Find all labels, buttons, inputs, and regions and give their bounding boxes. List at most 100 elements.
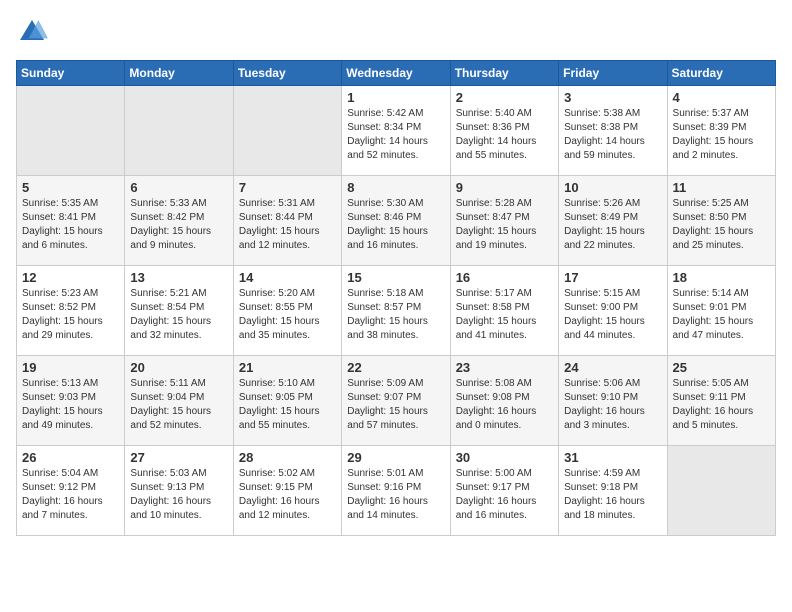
day-info: Sunrise: 5:38 AM Sunset: 8:38 PM Dayligh… [564, 107, 661, 163]
calendar-week-2: 5 Sunrise: 5:35 AM Sunset: 8:41 PM Daylig… [17, 176, 776, 266]
day-number: 20 [130, 360, 227, 375]
day-info: Sunrise: 5:14 AM Sunset: 9:01 PM Dayligh… [673, 287, 770, 343]
day-number: 28 [239, 450, 336, 465]
day-number: 23 [456, 360, 553, 375]
day-info: Sunrise: 5:20 AM Sunset: 8:55 PM Dayligh… [239, 287, 336, 343]
day-info: Sunrise: 5:03 AM Sunset: 9:13 PM Dayligh… [130, 467, 227, 523]
calendar-cell: 10 Sunrise: 5:26 AM Sunset: 8:49 PM Dayli… [559, 176, 667, 266]
day-info: Sunrise: 5:06 AM Sunset: 9:10 PM Dayligh… [564, 377, 661, 433]
calendar-cell [667, 446, 775, 536]
calendar-table: SundayMondayTuesdayWednesdayThursdayFrid… [16, 60, 776, 536]
calendar-cell: 21 Sunrise: 5:10 AM Sunset: 9:05 PM Dayli… [233, 356, 341, 446]
day-number: 17 [564, 270, 661, 285]
calendar-cell: 3 Sunrise: 5:38 AM Sunset: 8:38 PM Daylig… [559, 86, 667, 176]
day-number: 18 [673, 270, 770, 285]
day-info: Sunrise: 5:09 AM Sunset: 9:07 PM Dayligh… [347, 377, 444, 433]
day-info: Sunrise: 5:17 AM Sunset: 8:58 PM Dayligh… [456, 287, 553, 343]
calendar-week-5: 26 Sunrise: 5:04 AM Sunset: 9:12 PM Dayli… [17, 446, 776, 536]
calendar-cell: 6Sunrise: 5:33 AM Sunset: 8:42 PM Daylig… [125, 176, 233, 266]
calendar-cell [125, 86, 233, 176]
calendar-cell: 24 Sunrise: 5:06 AM Sunset: 9:10 PM Dayli… [559, 356, 667, 446]
calendar-cell: 18 Sunrise: 5:14 AM Sunset: 9:01 PM Dayli… [667, 266, 775, 356]
day-info: Sunrise: 5:42 AM Sunset: 8:34 PM Dayligh… [347, 107, 444, 163]
page-header [16, 16, 776, 48]
calendar-cell: 27 Sunrise: 5:03 AM Sunset: 9:13 PM Dayli… [125, 446, 233, 536]
calendar-cell: 26 Sunrise: 5:04 AM Sunset: 9:12 PM Dayli… [17, 446, 125, 536]
day-info: Sunrise: 4:59 AM Sunset: 9:18 PM Dayligh… [564, 467, 661, 523]
day-number: 19 [22, 360, 119, 375]
calendar-cell: 23 Sunrise: 5:08 AM Sunset: 9:08 PM Dayli… [450, 356, 558, 446]
day-info: Sunrise: 5:40 AM Sunset: 8:36 PM Dayligh… [456, 107, 553, 163]
day-info: Sunrise: 5:04 AM Sunset: 9:12 PM Dayligh… [22, 467, 119, 523]
day-info: Sunrise: 5:13 AM Sunset: 9:03 PM Dayligh… [22, 377, 119, 433]
day-number: 16 [456, 270, 553, 285]
day-number: 1 [347, 90, 444, 105]
day-number: 27 [130, 450, 227, 465]
day-number: 4 [673, 90, 770, 105]
calendar-cell: 22 Sunrise: 5:09 AM Sunset: 9:07 PM Dayli… [342, 356, 450, 446]
day-info: Sunrise: 5:37 AM Sunset: 8:39 PM Dayligh… [673, 107, 770, 163]
day-number: 11 [673, 180, 770, 195]
calendar-cell: 16 Sunrise: 5:17 AM Sunset: 8:58 PM Dayli… [450, 266, 558, 356]
day-number: 12 [22, 270, 119, 285]
weekday-header-tuesday: Tuesday [233, 61, 341, 86]
day-info: Sunrise: 5:26 AM Sunset: 8:49 PM Dayligh… [564, 197, 661, 253]
calendar-cell: 12 Sunrise: 5:23 AM Sunset: 8:52 PM Dayli… [17, 266, 125, 356]
weekday-header-wednesday: Wednesday [342, 61, 450, 86]
day-number: 5 [22, 180, 119, 195]
day-info: Sunrise: 5:23 AM Sunset: 8:52 PM Dayligh… [22, 287, 119, 343]
weekday-header-row: SundayMondayTuesdayWednesdayThursdayFrid… [17, 61, 776, 86]
day-info: Sunrise: 5:15 AM Sunset: 9:00 PM Dayligh… [564, 287, 661, 343]
day-number: 8 [347, 180, 444, 195]
day-info: Sunrise: 5:25 AM Sunset: 8:50 PM Dayligh… [673, 197, 770, 253]
calendar-cell: 9Sunrise: 5:28 AM Sunset: 8:47 PM Daylig… [450, 176, 558, 266]
day-number: 30 [456, 450, 553, 465]
day-number: 9 [456, 180, 553, 195]
day-number: 13 [130, 270, 227, 285]
calendar-cell: 15 Sunrise: 5:18 AM Sunset: 8:57 PM Dayli… [342, 266, 450, 356]
day-number: 24 [564, 360, 661, 375]
weekday-header-thursday: Thursday [450, 61, 558, 86]
day-number: 29 [347, 450, 444, 465]
day-info: Sunrise: 5:11 AM Sunset: 9:04 PM Dayligh… [130, 377, 227, 433]
logo-icon [16, 16, 48, 48]
calendar-cell: 31 Sunrise: 4:59 AM Sunset: 9:18 PM Dayli… [559, 446, 667, 536]
calendar-cell [17, 86, 125, 176]
day-number: 21 [239, 360, 336, 375]
day-number: 15 [347, 270, 444, 285]
day-number: 22 [347, 360, 444, 375]
day-number: 14 [239, 270, 336, 285]
weekday-header-monday: Monday [125, 61, 233, 86]
calendar-week-1: 1 Sunrise: 5:42 AM Sunset: 8:34 PM Daylig… [17, 86, 776, 176]
calendar-cell: 11 Sunrise: 5:25 AM Sunset: 8:50 PM Dayli… [667, 176, 775, 266]
day-info: Sunrise: 5:02 AM Sunset: 9:15 PM Dayligh… [239, 467, 336, 523]
day-number: 10 [564, 180, 661, 195]
weekday-header-friday: Friday [559, 61, 667, 86]
day-info: Sunrise: 5:30 AM Sunset: 8:46 PM Dayligh… [347, 197, 444, 253]
weekday-header-saturday: Saturday [667, 61, 775, 86]
calendar-week-3: 12 Sunrise: 5:23 AM Sunset: 8:52 PM Dayli… [17, 266, 776, 356]
day-number: 3 [564, 90, 661, 105]
day-info: Sunrise: 5:33 AM Sunset: 8:42 PM Dayligh… [130, 197, 227, 253]
day-info: Sunrise: 5:08 AM Sunset: 9:08 PM Dayligh… [456, 377, 553, 433]
day-info: Sunrise: 5:00 AM Sunset: 9:17 PM Dayligh… [456, 467, 553, 523]
calendar-cell: 2Sunrise: 5:40 AM Sunset: 8:36 PM Daylig… [450, 86, 558, 176]
calendar-cell: 20 Sunrise: 5:11 AM Sunset: 9:04 PM Dayli… [125, 356, 233, 446]
calendar-cell: 8 Sunrise: 5:30 AM Sunset: 8:46 PM Daylig… [342, 176, 450, 266]
day-number: 31 [564, 450, 661, 465]
calendar-cell: 25Sunrise: 5:05 AM Sunset: 9:11 PM Dayli… [667, 356, 775, 446]
day-info: Sunrise: 5:10 AM Sunset: 9:05 PM Dayligh… [239, 377, 336, 433]
day-info: Sunrise: 5:01 AM Sunset: 9:16 PM Dayligh… [347, 467, 444, 523]
weekday-header-sunday: Sunday [17, 61, 125, 86]
logo [16, 16, 52, 48]
day-number: 7 [239, 180, 336, 195]
day-info: Sunrise: 5:05 AM Sunset: 9:11 PM Dayligh… [673, 377, 770, 433]
calendar-cell: 5 Sunrise: 5:35 AM Sunset: 8:41 PM Daylig… [17, 176, 125, 266]
calendar-week-4: 19 Sunrise: 5:13 AM Sunset: 9:03 PM Dayli… [17, 356, 776, 446]
calendar-cell: 4 Sunrise: 5:37 AM Sunset: 8:39 PM Daylig… [667, 86, 775, 176]
calendar-cell: 29 Sunrise: 5:01 AM Sunset: 9:16 PM Dayli… [342, 446, 450, 536]
day-info: Sunrise: 5:18 AM Sunset: 8:57 PM Dayligh… [347, 287, 444, 343]
day-number: 26 [22, 450, 119, 465]
day-info: Sunrise: 5:35 AM Sunset: 8:41 PM Dayligh… [22, 197, 119, 253]
calendar-cell: 17 Sunrise: 5:15 AM Sunset: 9:00 PM Dayli… [559, 266, 667, 356]
